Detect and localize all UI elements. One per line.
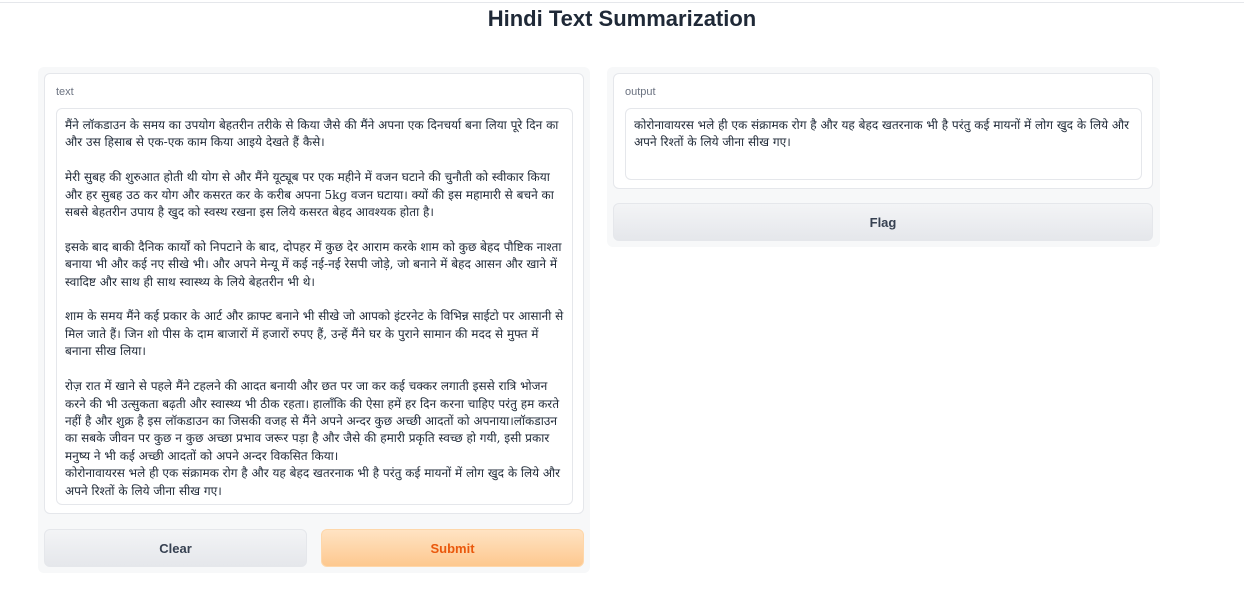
- page-title: Hindi Text Summarization: [487, 6, 757, 31]
- text-input-block: text मैंने लॉकडाउन के समय का उपयोग बेहतर…: [44, 73, 584, 514]
- flag-button[interactable]: Flag: [613, 203, 1153, 241]
- output-label: output: [625, 86, 656, 98]
- clear-button[interactable]: Clear: [44, 529, 307, 567]
- output-textbox[interactable]: कोरोनावायरस भले ही एक संक्रामक रोग है और…: [625, 108, 1142, 180]
- submit-button[interactable]: Submit: [321, 529, 584, 567]
- text-input[interactable]: मैंने लॉकडाउन के समय का उपयोग बेहतरीन तर…: [56, 108, 573, 505]
- text-input-label: text: [56, 86, 74, 98]
- input-panel: text मैंने लॉकडाउन के समय का उपयोग बेहतर…: [38, 67, 590, 573]
- top-divider: [0, 2, 1244, 3]
- output-block: output कोरोनावायरस भले ही एक संक्रामक रो…: [613, 73, 1153, 189]
- output-panel: output कोरोनावायरस भले ही एक संक्रामक रो…: [607, 67, 1160, 247]
